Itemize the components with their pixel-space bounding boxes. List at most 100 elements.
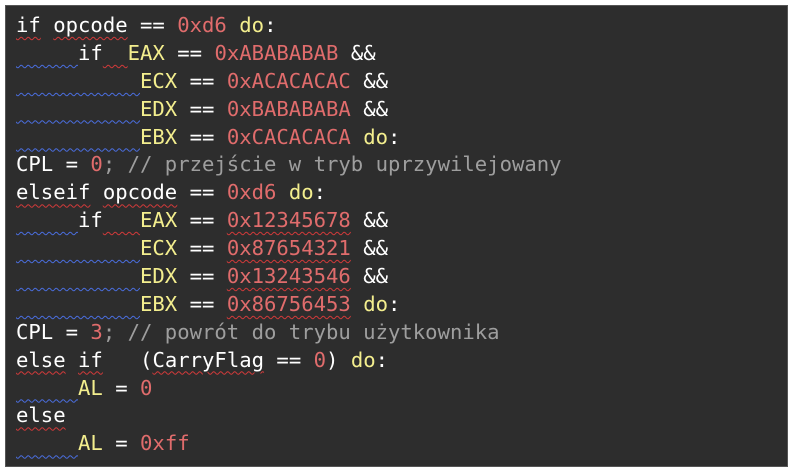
code-token-num: 0xff <box>140 431 190 456</box>
code-line: elseif opcode == 0xd6 do: <box>16 179 562 207</box>
code-token-plain: && <box>350 96 389 121</box>
code-token-plain: == <box>264 347 314 372</box>
code-token-plain: && <box>350 236 389 261</box>
code-token-plain: : <box>388 291 401 316</box>
code-token-plain: CPL <box>16 319 54 344</box>
code-token-reg: AL <box>78 431 103 456</box>
code-line: ECX == 0x87654321 && <box>16 235 562 263</box>
code-line: EBX == 0x86756453 do: <box>16 291 562 319</box>
code-token-plain: == <box>177 96 227 121</box>
code-editor[interactable]: if opcode == 0xd6 do: if EAX == 0xABABAB… <box>5 5 788 467</box>
code-token-num: 3 <box>90 319 103 344</box>
code-block[interactable]: if opcode == 0xd6 do: if EAX == 0xABABAB… <box>16 12 562 458</box>
code-token-plain: == <box>127 13 178 37</box>
code-token-plain: ) <box>326 347 351 372</box>
code-line: AL = 0xff <box>16 430 562 458</box>
code-line: EDX == 0xBABABABA && <box>16 96 562 124</box>
code-token-plain: == <box>177 180 227 205</box>
code-token-plain: : <box>264 13 277 37</box>
code-token-plain: = <box>53 319 91 344</box>
code-token-plain: opcode <box>102 180 178 205</box>
code-token-plain: ( <box>102 347 153 372</box>
code-token-plain: && <box>350 68 389 93</box>
code-token-plain: == <box>177 124 227 149</box>
code-token-num: 0x87654321 <box>226 236 351 261</box>
code-token-plain: : <box>313 180 327 205</box>
code-token-plain: && <box>350 264 389 289</box>
code-token-plain: = <box>102 431 141 456</box>
code-token-reg: EBX <box>140 124 178 149</box>
code-token-reg: EBX <box>140 291 178 316</box>
code-token-plain: = <box>102 375 141 400</box>
code-token-plain: == <box>164 40 215 65</box>
code-token-reg: AL <box>78 375 103 400</box>
code-token-kw: do <box>239 13 265 37</box>
code-token-plain: && <box>350 208 389 233</box>
code-line: else <box>16 402 562 430</box>
code-token-plain: opcode <box>53 13 128 37</box>
code-token-reg: EDX <box>140 264 178 289</box>
code-token-comment: ; // przejście w tryb uprzywilejowany <box>102 152 562 177</box>
code-token-reg: EDX <box>140 96 178 121</box>
code-token-reg: ECX <box>140 236 178 261</box>
code-token-plain: == <box>177 291 227 316</box>
code-token-num: 0xACACACAC <box>226 68 351 93</box>
code-token-plain: else <box>16 403 66 428</box>
code-token-plain: if <box>78 347 103 372</box>
code-token-num: 0xd6 <box>177 13 227 37</box>
code-token-plain: CPL <box>16 152 54 177</box>
code-line: EDX == 0x13243546 && <box>16 263 562 291</box>
code-token-plain: == <box>177 264 227 289</box>
code-token-num: 0x86756453 <box>226 291 351 316</box>
code-token-plain: elseif <box>16 180 91 205</box>
code-token-plain: if <box>78 208 103 233</box>
code-token-comment: ; // powrót do trybu użytkownika <box>102 319 500 344</box>
code-token-num: 0xABABABAB <box>214 40 339 65</box>
code-token-plain: : <box>375 347 389 372</box>
code-token-plain: else <box>16 347 66 372</box>
code-token-plain: == <box>177 68 227 93</box>
code-line: if EAX == 0x12345678 && <box>16 207 562 235</box>
code-line: else if (CarryFlag == 0) do: <box>16 347 562 375</box>
code-token-plain: == <box>177 208 227 233</box>
code-token-num: 0xBABABABA <box>226 96 351 121</box>
code-token-plain: CarryFlag <box>152 347 265 372</box>
code-token-num: 0x13243546 <box>226 264 351 289</box>
code-token-num: 0 <box>313 347 327 372</box>
code-line: ECX == 0xACACACAC && <box>16 68 562 96</box>
code-token-reg: EAX <box>127 40 165 65</box>
code-token-num: 0xd6 <box>226 180 277 205</box>
code-token-num: 0 <box>140 375 153 400</box>
code-token-num: 0xCACACACA <box>226 124 351 149</box>
code-line: CPL = 0; // przejście w tryb uprzywilejo… <box>16 151 562 179</box>
code-line: EBX == 0xCACACACA do: <box>16 124 562 152</box>
code-line: if opcode == 0xd6 do: <box>16 12 562 40</box>
code-token-num: 0x12345678 <box>226 208 351 233</box>
code-token-num: 0 <box>90 152 103 177</box>
code-line: AL = 0 <box>16 375 562 403</box>
code-token-reg: EAX <box>140 208 178 233</box>
code-token-plain: == <box>177 236 227 261</box>
code-token-plain: && <box>338 40 376 65</box>
code-token-kw: do <box>363 291 389 316</box>
code-token-reg: ECX <box>140 68 178 93</box>
code-token-kw: do <box>363 124 389 149</box>
code-token-plain: if <box>78 40 103 65</box>
